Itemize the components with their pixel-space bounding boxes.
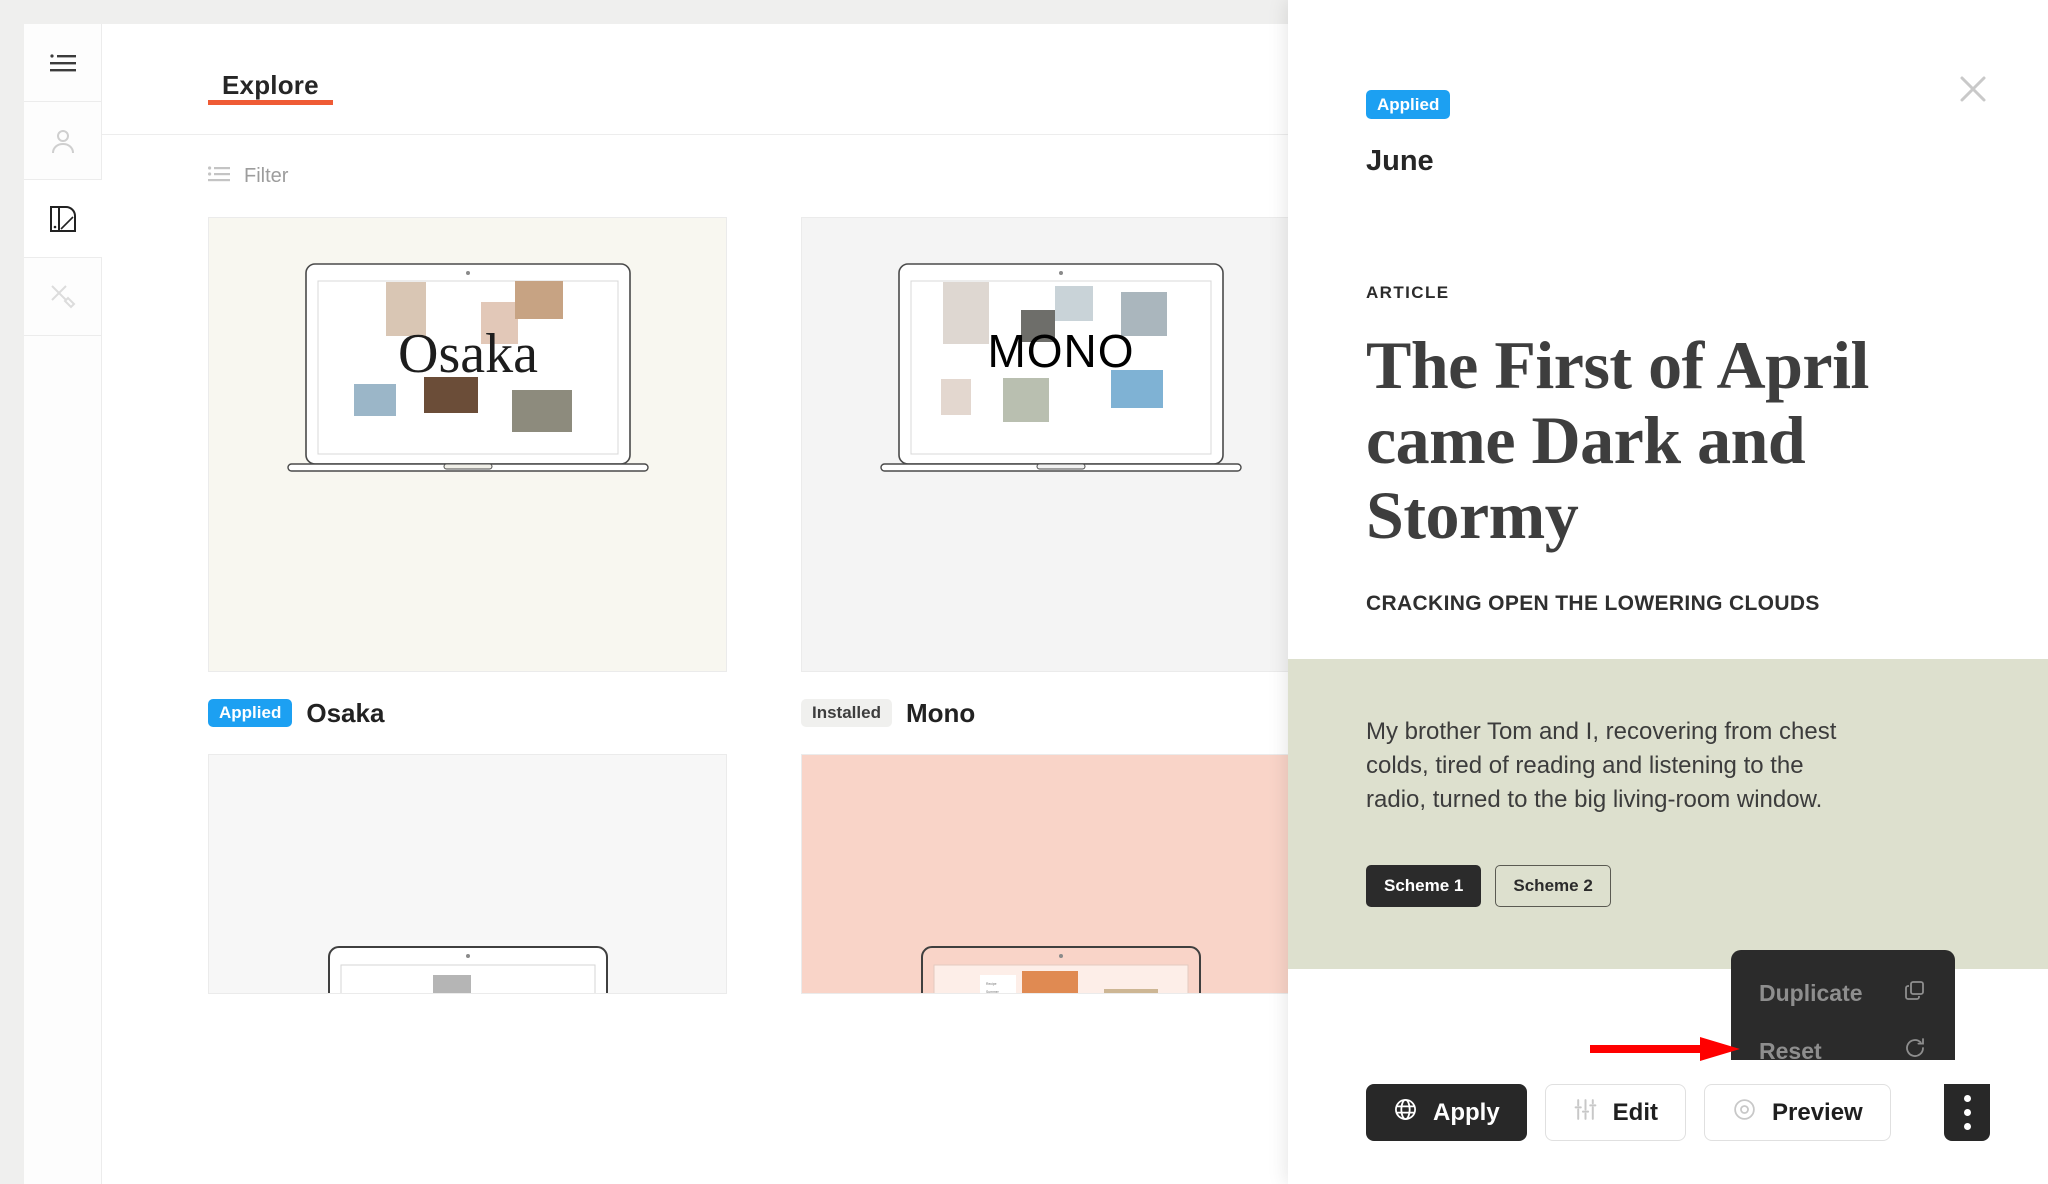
theme-card-meta: Installed Mono (801, 672, 1320, 754)
drawer-action-bar: Apply Edit Preview (1366, 1084, 1891, 1141)
refresh-icon (1903, 1036, 1927, 1066)
edit-label: Edit (1612, 1098, 1658, 1126)
menu-item-duplicate[interactable]: Duplicate (1731, 964, 1955, 1022)
close-icon[interactable] (1956, 72, 1990, 106)
more-vertical-icon[interactable] (1944, 1084, 1990, 1141)
scheme-1-button[interactable]: Scheme 1 (1366, 864, 1482, 907)
eye-icon (1732, 1097, 1757, 1129)
sidebar-item-design-tools[interactable] (24, 258, 102, 336)
theme-card-meta: Applied Osaka (208, 672, 727, 754)
scheme-2-button[interactable]: Scheme 2 (1495, 864, 1611, 907)
theme-thumbnail[interactable]: Recipe Summer Fresh Fig Salad Roasted Soft … (801, 754, 1320, 994)
status-badge: Installed (801, 698, 892, 728)
screen: Explore Filter Osaka Applied Osaka MONO … (0, 0, 2048, 1184)
user-icon (49, 127, 77, 155)
apply-button[interactable]: Apply (1366, 1084, 1527, 1141)
theme-name: Mono (905, 697, 976, 728)
sidebar-item-themes[interactable] (24, 180, 102, 258)
tab-explore[interactable]: Explore (208, 24, 333, 105)
status-badge: Applied (208, 698, 293, 728)
theme-card[interactable]: Recipe Summer Fresh Fig Salad Roasted Soft … (801, 754, 1320, 994)
drawer-header: Applied June ARTICLE The First of April … (1288, 0, 2048, 616)
globe-icon (1393, 1097, 1418, 1129)
scheme-body-text: My brother Tom and I, recovering from ch… (1366, 718, 1837, 814)
duplicate-label: Duplicate (1759, 979, 1863, 1006)
sidebar-rail (24, 24, 102, 1184)
menu-item-reset[interactable]: Reset (1731, 1022, 1955, 1080)
article-headline: The First of April came Dark and Stormy (1366, 327, 1869, 553)
svg-text:Summer: Summer (986, 990, 1000, 994)
filter-list-icon[interactable] (208, 165, 230, 187)
theme-card[interactable] (208, 754, 727, 994)
kebab-dot (1963, 1109, 1971, 1116)
more-context-menu: Duplicate Reset (1731, 950, 1955, 1064)
pen-ruler-icon (49, 283, 77, 311)
drawer-status-badge: Applied (1366, 90, 1451, 119)
reset-label: Reset (1759, 1037, 1822, 1064)
scheme-buttons: Scheme 1 Scheme 2 (1366, 864, 1970, 907)
apply-label: Apply (1433, 1098, 1500, 1126)
theme-card[interactable]: MONO Installed Mono (801, 217, 1320, 754)
theme-thumbnail[interactable]: Osaka (208, 217, 727, 672)
article-kicker: ARTICLE (1366, 283, 1450, 302)
sidebar-item-account[interactable] (24, 102, 102, 180)
svg-text:Osaka: Osaka (398, 323, 538, 385)
preview-label: Preview (1772, 1098, 1863, 1126)
edit-button[interactable]: Edit (1544, 1084, 1686, 1141)
theme-thumbnail[interactable] (208, 754, 727, 994)
swatch-palette-icon (49, 205, 77, 233)
svg-text:MONO: MONO (987, 325, 1134, 377)
theme-name: Osaka (306, 697, 385, 728)
svg-text:Recipe: Recipe (986, 982, 997, 986)
article-subhead: CRACKING OPEN THE LOWERING CLOUDS (1366, 592, 1820, 616)
drawer-badge-wrap: Applied (1366, 0, 1970, 119)
scheme-preview-block: My brother Tom and I, recovering from ch… (1288, 659, 2048, 969)
theme-card[interactable]: Osaka Applied Osaka (208, 217, 727, 754)
preview-button[interactable]: Preview (1704, 1084, 1891, 1141)
drawer-title: June (1366, 145, 1434, 177)
sliders-icon (1573, 1097, 1598, 1129)
sidebar-item-menu[interactable] (24, 24, 102, 102)
theme-thumbnail[interactable]: MONO (801, 217, 1320, 672)
annotation-arrow (1590, 1037, 1740, 1061)
filter-label[interactable]: Filter (244, 165, 288, 188)
hamburger-list-icon (50, 53, 76, 73)
kebab-dot (1963, 1095, 1971, 1102)
copy-icon (1903, 978, 1927, 1008)
kebab-dot (1963, 1123, 1971, 1130)
